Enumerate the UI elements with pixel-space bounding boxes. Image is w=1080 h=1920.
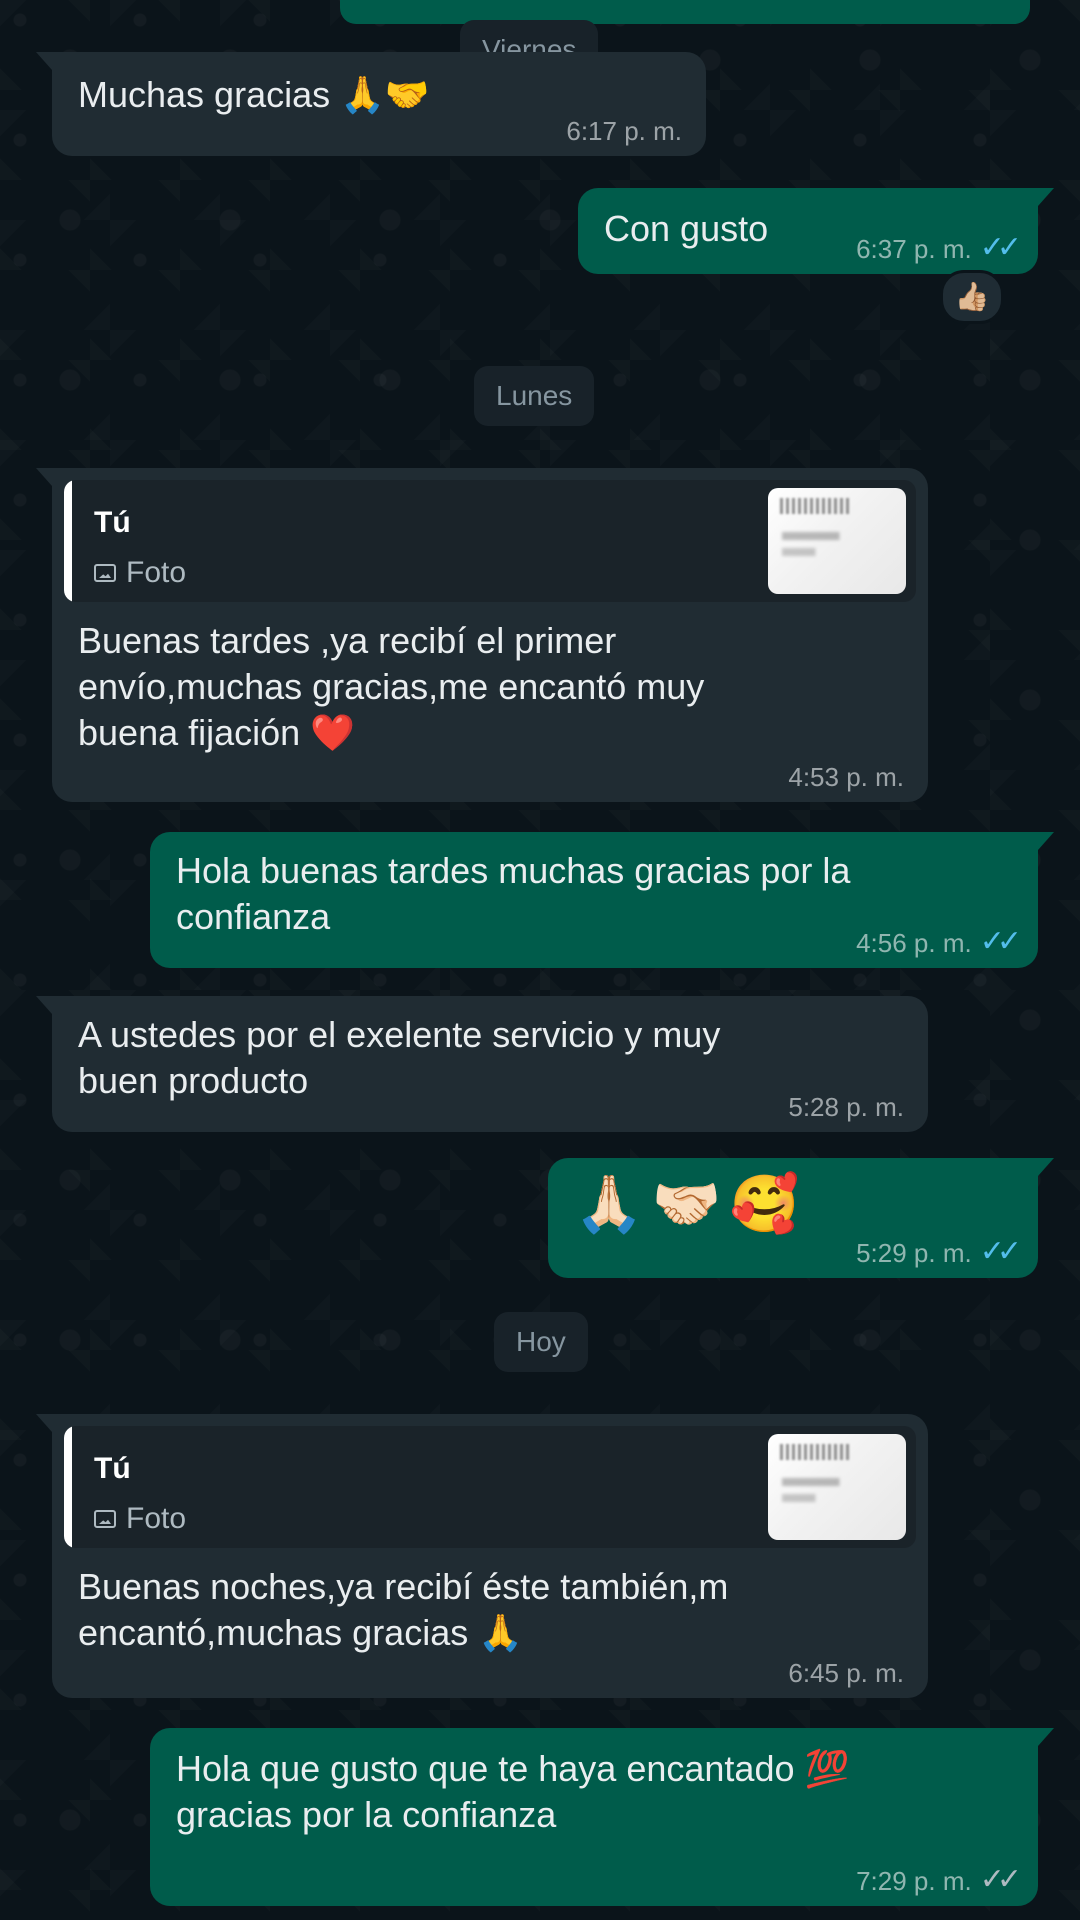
message-bubble-incoming[interactable]: Muchas gracias 🙏🤝 6:17 p. m.	[36, 52, 706, 156]
quote-type-label: Foto	[126, 556, 187, 589]
quoted-message[interactable]: Tú Foto	[64, 480, 916, 602]
message-time: 4:53 p. m.	[788, 762, 904, 792]
photo-icon	[94, 1510, 116, 1528]
message-meta: 4:53 p. m.	[788, 764, 904, 790]
message-text: Muchas gracias 🙏🤝	[78, 74, 430, 115]
quote-sender: Tú	[94, 1452, 131, 1485]
quote-type-label: Foto	[126, 1502, 187, 1535]
message-time: 7:29 p. m.	[856, 1866, 972, 1896]
double-check-icon: ✓✓	[979, 1235, 1022, 1268]
message-meta: 6:45 p. m.	[788, 1660, 904, 1686]
message-bubble-incoming-reply[interactable]: Tú Foto Buenas tardes ,ya recibí el prim…	[36, 468, 928, 802]
quoted-photo-thumbnail[interactable]	[768, 488, 906, 594]
reaction-thumbs-up-icon[interactable]: 👍🏼	[940, 270, 1004, 324]
double-check-icon: ✓✓	[979, 1863, 1022, 1896]
message-text: Hola buenas tardes muchas gracias por la…	[176, 850, 851, 937]
message-text: Buenas tardes ,ya recibí el primer envío…	[78, 620, 705, 753]
quoted-photo-thumbnail[interactable]	[768, 1434, 906, 1540]
message-text: 🙏🏻🤝🏻🥰	[574, 1172, 808, 1235]
message-time: 6:17 p. m.	[566, 116, 682, 146]
message-text: Con gusto	[604, 208, 769, 249]
message-text: A ustedes por el exelente servicio y muy…	[78, 1014, 721, 1101]
message-bubble-incoming-reply[interactable]: Tú Foto Buenas noches,ya recibí éste tam…	[36, 1414, 928, 1698]
quote-accent-bar	[64, 1426, 72, 1548]
quote-accent-bar	[64, 480, 72, 602]
message-bubble-outgoing[interactable]: Con gusto 6:37 p. m. ✓✓	[578, 188, 1054, 274]
message-bubble-outgoing[interactable]: 🙏🏻🤝🏻🥰 5:29 p. m. ✓✓	[548, 1158, 1054, 1278]
message-text: Buenas noches,ya recibí éste también,m e…	[78, 1566, 729, 1653]
quote-sender: Tú	[94, 506, 131, 539]
message-meta: 6:17 p. m.	[566, 118, 682, 144]
message-time: 6:45 p. m.	[788, 1658, 904, 1688]
message-meta: 7:29 p. m. ✓✓	[856, 1863, 1022, 1896]
message-meta: 5:29 p. m. ✓✓	[856, 1235, 1022, 1268]
date-chip-lunes: Lunes	[474, 366, 595, 426]
date-chip-hoy: Hoy	[494, 1312, 588, 1372]
quote-type: Foto	[94, 1496, 186, 1542]
quote-type: Foto	[94, 550, 186, 596]
message-bubble-outgoing[interactable]: Hola que gusto que te haya encantado 💯 g…	[150, 1728, 1054, 1906]
message-bubble-outgoing[interactable]: Hola buenas tardes muchas gracias por la…	[150, 832, 1054, 968]
top-message-strip	[340, 0, 1030, 24]
message-text: Hola que gusto que te haya encantado 💯 g…	[176, 1748, 850, 1835]
quoted-message[interactable]: Tú Foto	[64, 1426, 916, 1548]
message-bubble-incoming[interactable]: A ustedes por el exelente servicio y muy…	[36, 996, 928, 1132]
photo-icon	[94, 564, 116, 582]
message-time: 5:29 p. m.	[856, 1238, 972, 1268]
